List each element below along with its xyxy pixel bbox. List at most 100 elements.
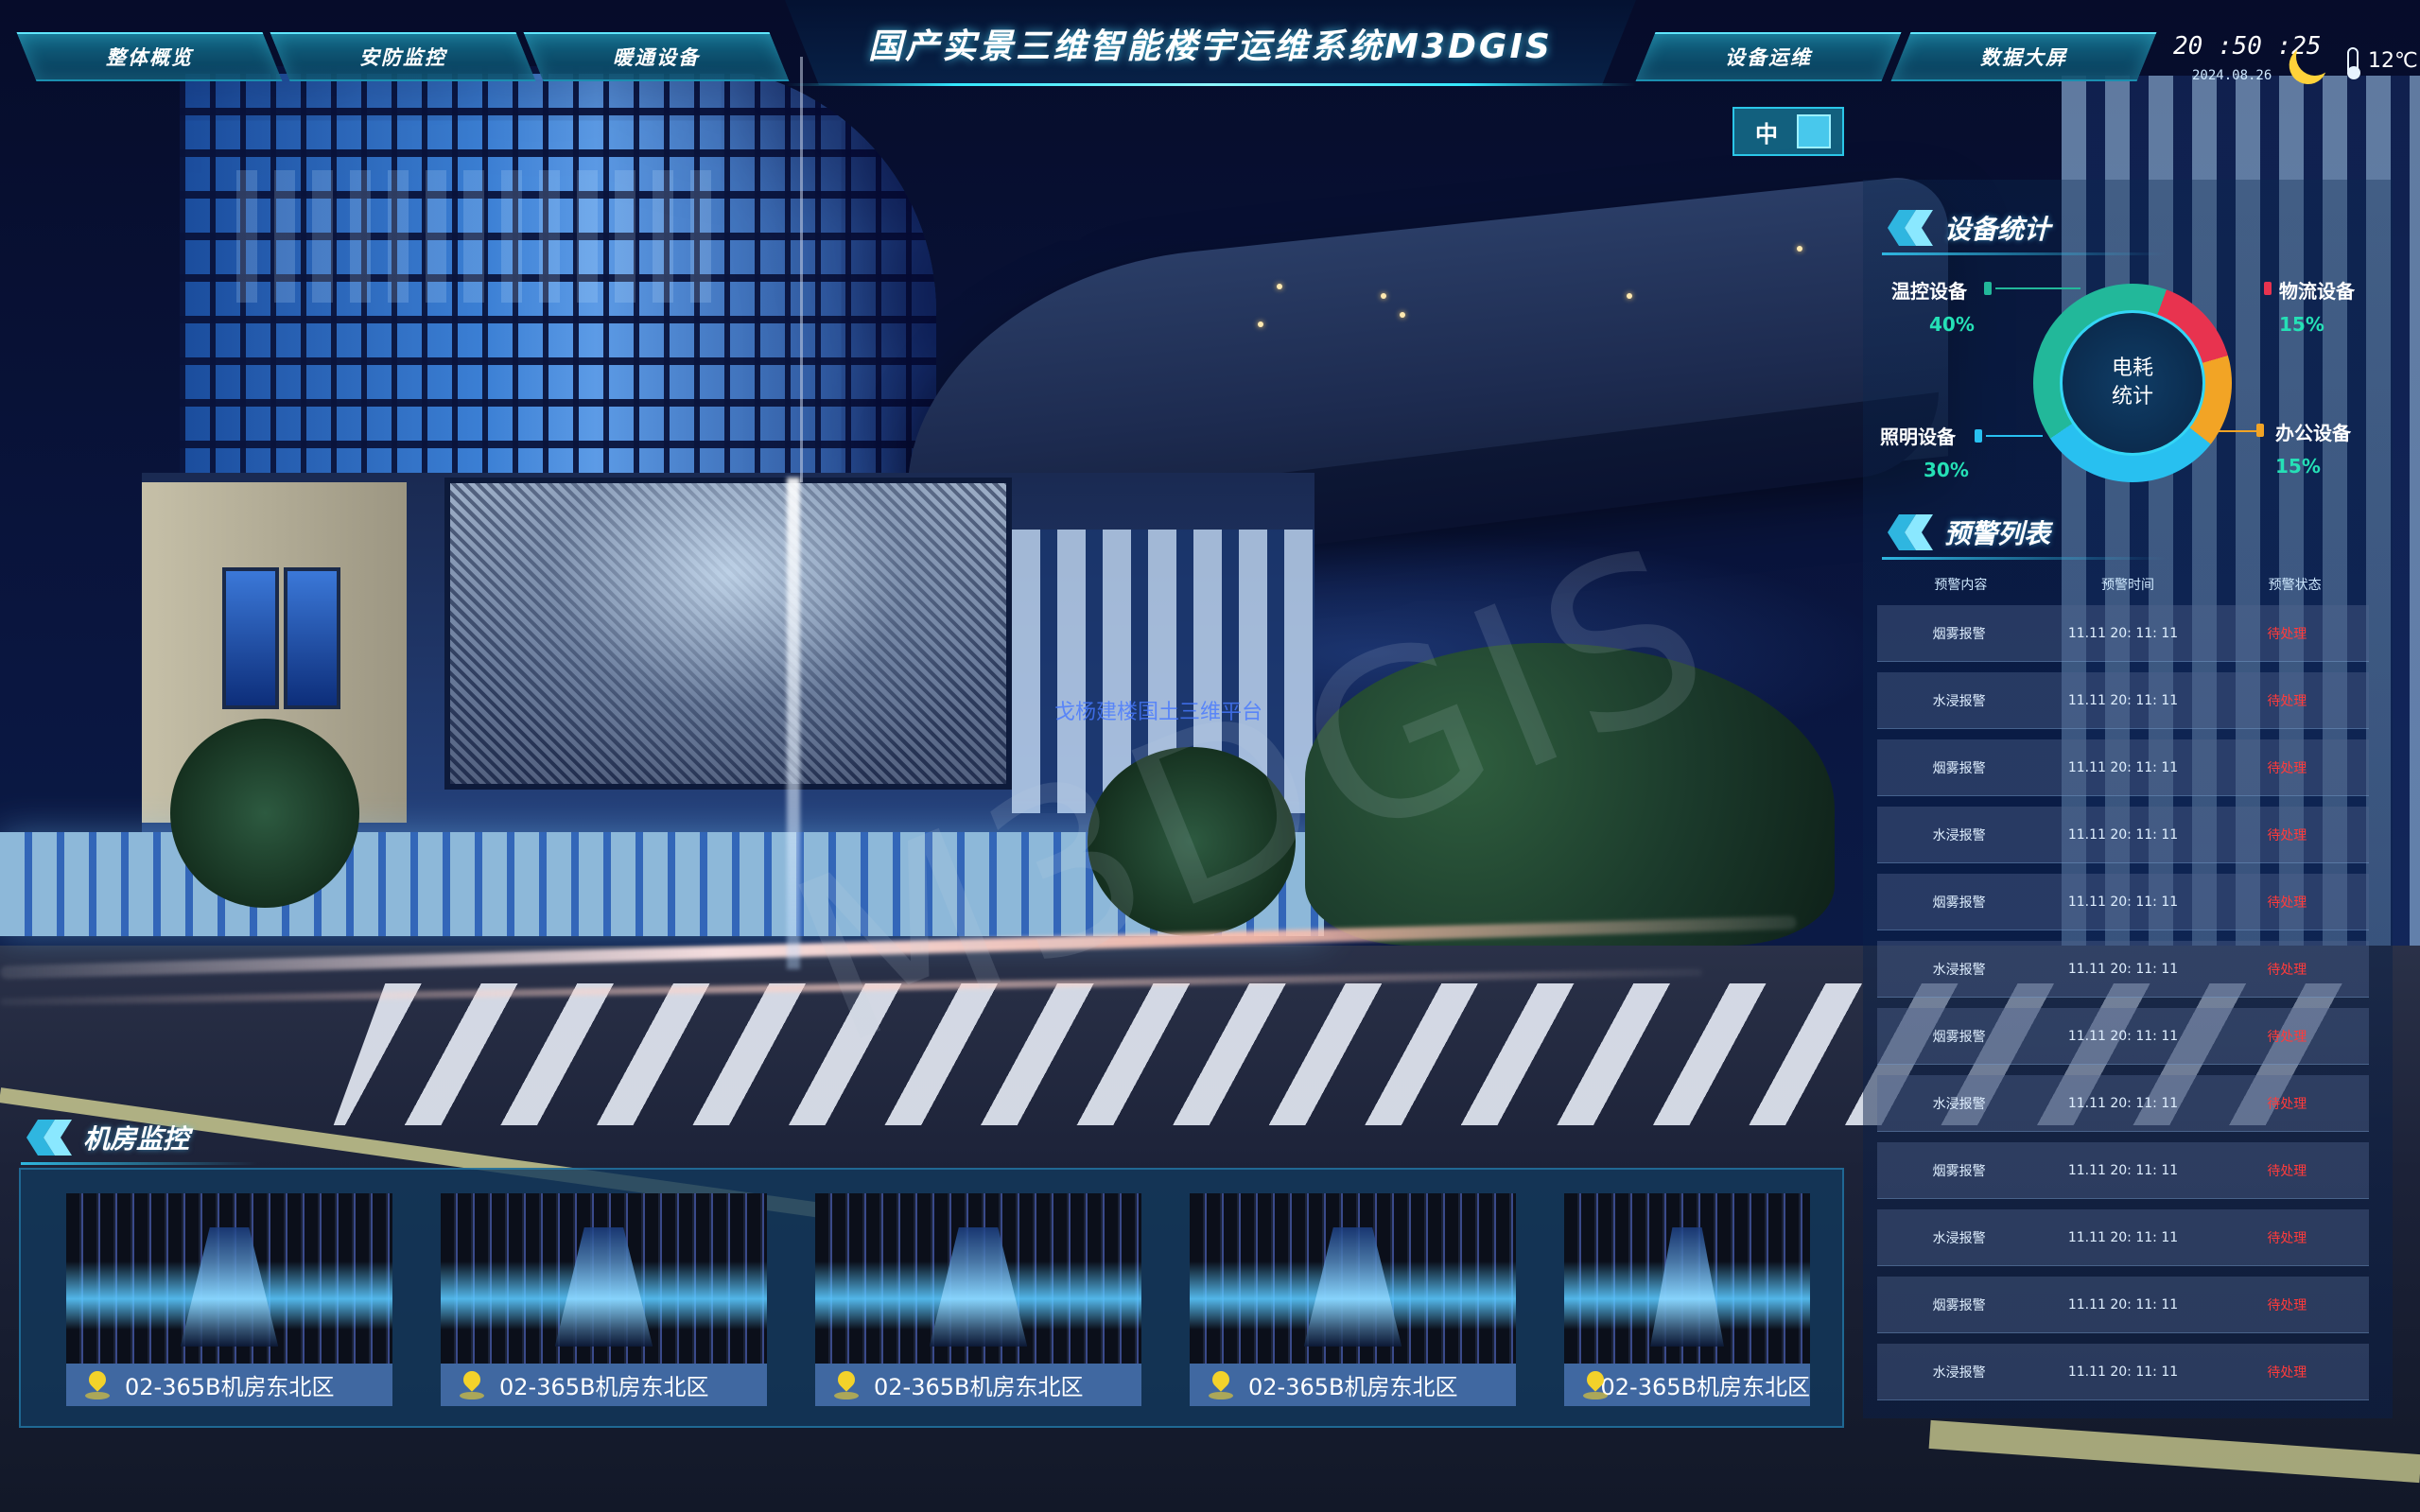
alert-status: 待处理 — [2267, 1364, 2307, 1381]
nav-overview-button[interactable]: 整体概览 — [16, 32, 283, 81]
bridge-light — [1400, 312, 1405, 318]
energy-donut-chart: 电耗统计 — [2033, 284, 2232, 482]
camera-label: 02-365B机房东北区 — [1190, 1364, 1516, 1406]
led-screen — [444, 478, 1012, 790]
alert-status: 待处理 — [2267, 962, 2307, 978]
alert-status: 待处理 — [2267, 626, 2307, 642]
legend-logistics: 物流设备 15% — [2279, 280, 2355, 336]
alert-status: 待处理 — [2267, 895, 2307, 911]
location-pin-icon — [460, 1371, 484, 1399]
bridge-light — [1277, 284, 1282, 289]
alert-content: 水浸报警 — [1932, 1364, 1986, 1381]
alert-time: 11.11 20: 11: 11 — [2067, 826, 2179, 843]
camera-feed[interactable]: 02-365B机房东北区 — [815, 1193, 1141, 1406]
alert-time: 11.11 20: 11: 11 — [2067, 961, 2179, 977]
alert-time: 11.11 20: 11: 11 — [2067, 1296, 2179, 1312]
alert-status: 待处理 — [2267, 827, 2307, 843]
server-room-title: 机房监控 — [21, 1114, 257, 1165]
column-header: 预警内容 — [1934, 578, 1988, 593]
alert-table-header: 预警内容 预警时间 预警状态 — [1877, 575, 2378, 598]
alert-status: 待处理 — [2267, 693, 2307, 709]
camera-image — [815, 1193, 1141, 1364]
temperature: 12℃ — [2368, 49, 2418, 73]
bridge-light — [1258, 322, 1263, 327]
donut-center-label: 电耗统计 — [2111, 356, 2153, 408]
alert-row[interactable]: 水浸报警 11.11 20: 11: 11 待处理 — [1877, 1344, 2369, 1400]
toggle-label: 中 — [1755, 120, 1778, 148]
nav-hvac-button[interactable]: 暖通设备 — [523, 32, 790, 81]
alert-row[interactable]: 烟雾报警 11.11 20: 11: 11 待处理 — [1877, 874, 2369, 930]
nav-maintenance-button[interactable]: 设备运维 — [1635, 32, 1902, 81]
alert-list-title: 预警列表 — [1882, 509, 2166, 560]
location-pin-icon — [1583, 1371, 1604, 1399]
alert-time: 11.11 20: 11: 11 — [2067, 1162, 2179, 1178]
alert-row[interactable]: 水浸报警 11.11 20: 11: 11 待处理 — [1877, 1209, 2369, 1266]
donut-center: 电耗统计 — [2060, 310, 2205, 456]
nav-security-button[interactable]: 安防监控 — [270, 32, 536, 81]
bridge-light — [1381, 293, 1386, 299]
alert-status: 待处理 — [2267, 1029, 2307, 1045]
thermometer-icon — [2347, 47, 2360, 79]
column-header: 预警时间 — [2101, 578, 2154, 593]
location-pin-icon — [85, 1371, 110, 1399]
camera-label: 02-365B机房东北区 — [441, 1364, 767, 1406]
camera-feed[interactable]: 02-365B机房东北区 — [441, 1193, 767, 1406]
alert-time: 11.11 20: 11: 11 — [2067, 625, 2179, 641]
alert-time: 11.11 20: 11: 11 — [2067, 1028, 2179, 1044]
bridge-light — [1797, 246, 1802, 252]
header: 国产实景三维智能楼宇运维系统M3DGIS 整体概览 安防监控 暖通设备 设备运维… — [0, 0, 2420, 91]
camera-image — [1190, 1193, 1516, 1364]
legend-connector — [2219, 430, 2258, 432]
legend-office: 办公设备 15% — [2275, 422, 2351, 478]
alert-content: 烟雾报警 — [1932, 1163, 1986, 1179]
camera-image — [66, 1193, 392, 1364]
alert-status: 待处理 — [2267, 1096, 2307, 1112]
date: 2024.08.26 — [2192, 68, 2272, 83]
light-pole — [800, 57, 803, 482]
camera-feed[interactable]: 02-365B机房东北区 — [1564, 1193, 1810, 1406]
bridge-light — [1627, 293, 1632, 299]
alert-time: 11.11 20: 11: 11 — [2067, 1364, 2179, 1380]
camera-label: 02-365B机房东北区 — [66, 1364, 392, 1406]
camera-image — [1564, 1193, 1810, 1364]
legend-marker — [2264, 282, 2272, 295]
alert-content: 水浸报警 — [1932, 1096, 1986, 1112]
scene-overlay-text: 戈杨建楼国土三维平台 — [1054, 701, 1263, 724]
poster — [222, 567, 279, 709]
alert-content: 水浸报警 — [1932, 962, 1986, 978]
alert-content: 烟雾报警 — [1932, 895, 1986, 911]
tower-lights — [236, 170, 728, 303]
legend-connector — [1986, 435, 2043, 437]
alert-content: 烟雾报警 — [1932, 1297, 1986, 1313]
alert-row[interactable]: 烟雾报警 11.11 20: 11: 11 待处理 — [1877, 605, 2369, 662]
alert-content: 烟雾报警 — [1932, 1029, 1986, 1045]
alert-time: 11.11 20: 11: 11 — [2067, 1095, 2179, 1111]
legend-lighting: 照明设备 30% — [1880, 426, 1969, 481]
camera-feed[interactable]: 02-365B机房东北区 — [66, 1193, 392, 1406]
alert-row[interactable]: 烟雾报警 11.11 20: 11: 11 待处理 — [1877, 1277, 2369, 1333]
toggle-knob — [1797, 114, 1831, 148]
alert-time: 11.11 20: 11: 11 — [2067, 894, 2179, 910]
alert-content: 烟雾报警 — [1932, 760, 1986, 776]
camera-image — [441, 1193, 767, 1364]
alert-row[interactable]: 烟雾报警 11.11 20: 11: 11 待处理 — [1877, 739, 2369, 796]
alert-row[interactable]: 烟雾报警 11.11 20: 11: 11 待处理 — [1877, 1142, 2369, 1199]
alert-status: 待处理 — [2267, 1163, 2307, 1179]
page-title: 国产实景三维智能楼宇运维系统M3DGIS — [868, 27, 1553, 66]
location-pin-icon — [1209, 1371, 1233, 1399]
alert-time: 11.11 20: 11: 11 — [2067, 1229, 2179, 1245]
alert-row[interactable]: 水浸报警 11.11 20: 11: 11 待处理 — [1877, 1075, 2369, 1132]
legend-temp-control: 温控设备 40% — [1891, 280, 1975, 336]
alert-row[interactable]: 水浸报警 11.11 20: 11: 11 待处理 — [1877, 807, 2369, 863]
camera-feed[interactable]: 02-365B机房东北区 — [1190, 1193, 1516, 1406]
alert-status: 待处理 — [2267, 1297, 2307, 1313]
alert-row[interactable]: 水浸报警 11.11 20: 11: 11 待处理 — [1877, 941, 2369, 998]
alert-time: 11.11 20: 11: 11 — [2067, 692, 2179, 708]
alert-row[interactable]: 水浸报警 11.11 20: 11: 11 待处理 — [1877, 672, 2369, 729]
quality-toggle[interactable]: 中 — [1732, 107, 1844, 156]
alert-row[interactable]: 烟雾报警 11.11 20: 11: 11 待处理 — [1877, 1008, 2369, 1065]
alert-status: 待处理 — [2267, 1230, 2307, 1246]
poster — [284, 567, 340, 709]
nav-bigscreen-button[interactable]: 数据大屏 — [1890, 32, 2157, 81]
chevron-left-icon — [1882, 511, 1939, 554]
